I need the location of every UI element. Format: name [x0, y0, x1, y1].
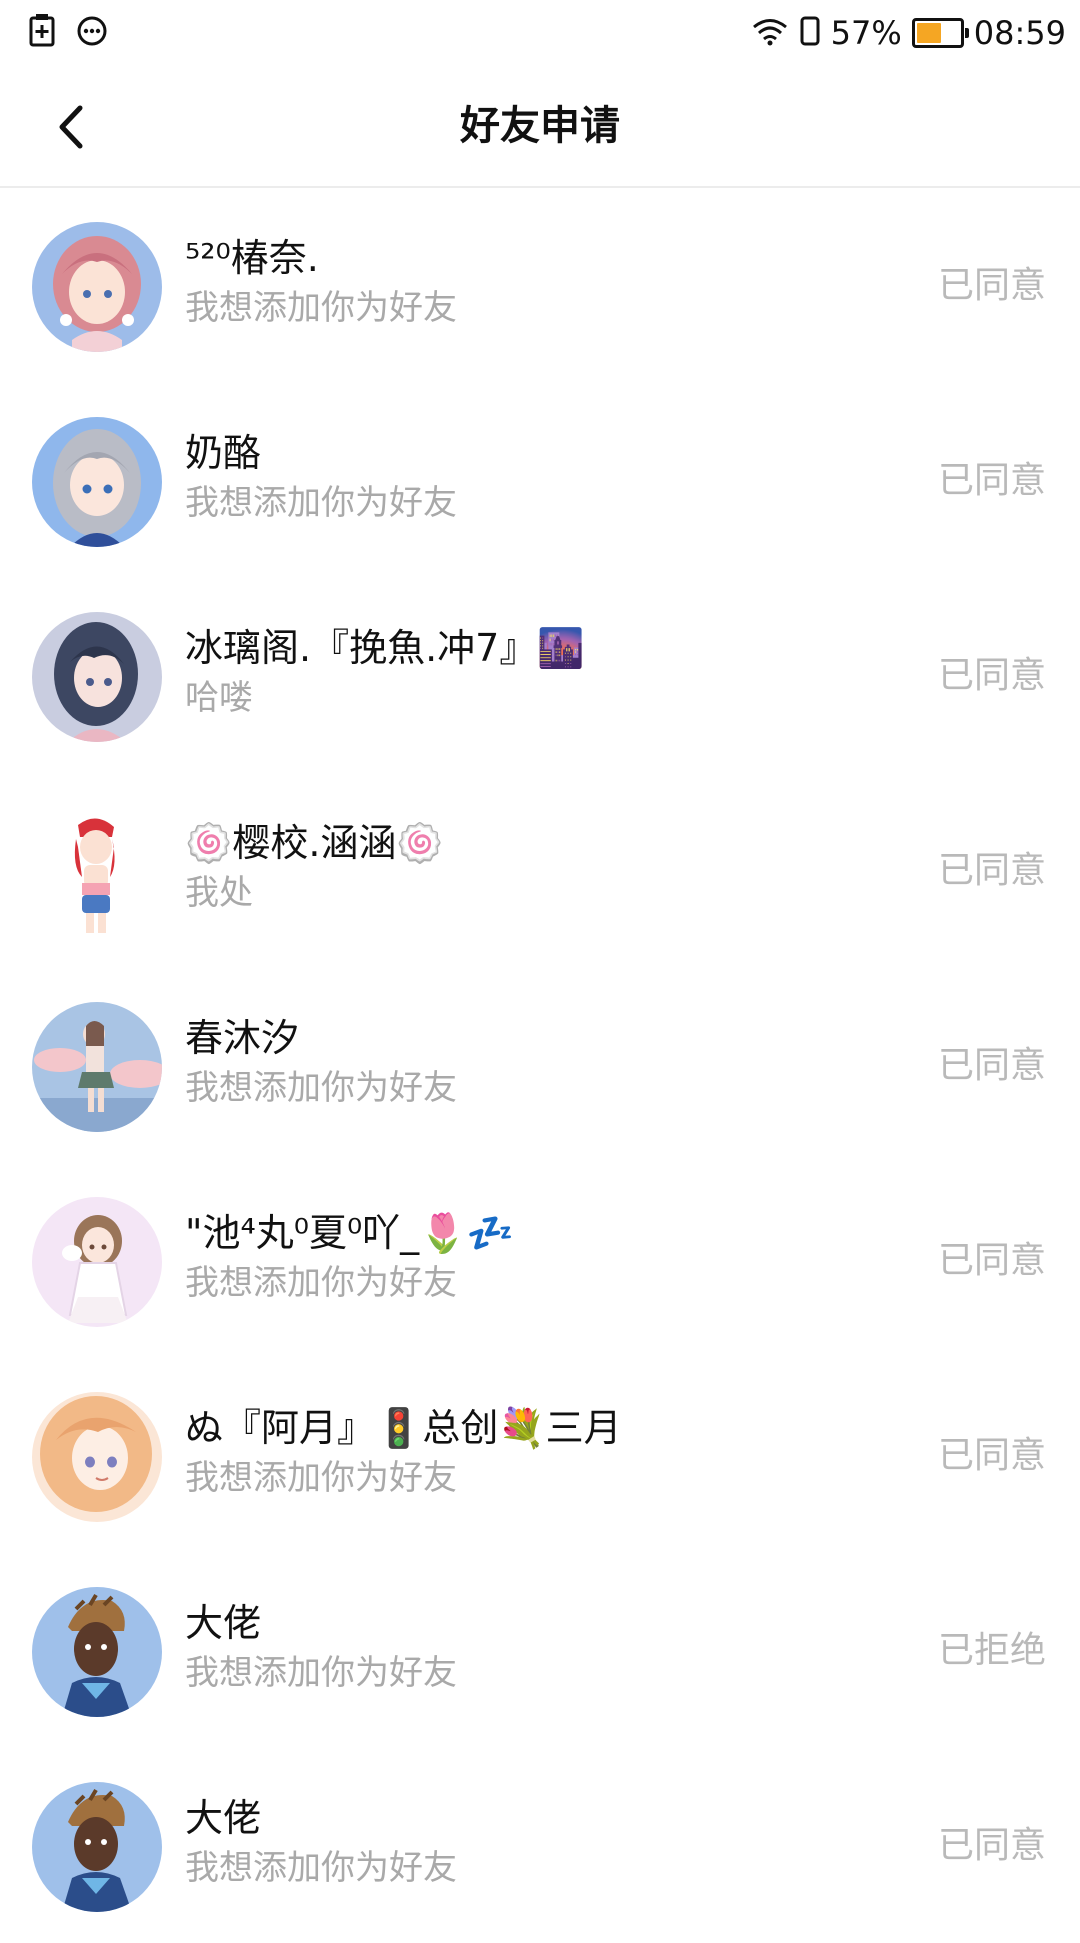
requester-name: 春沐汐: [185, 1016, 300, 1060]
request-message: 我想添加你为好友: [185, 288, 457, 328]
friend-request-row[interactable]: ぬ『阿月』🚦总创💐三月 我想添加你为好友 已同意: [0, 1358, 1080, 1553]
request-message: 我想添加你为好友: [185, 1653, 457, 1693]
friend-request-row[interactable]: 🍥樱校.涵涵🍥 我处 已同意: [0, 773, 1080, 968]
request-message: 我想添加你为好友: [185, 483, 457, 523]
requester-name: 大佬: [185, 1601, 262, 1645]
avatar[interactable]: [32, 807, 162, 937]
status-bar-left: [28, 0, 126, 66]
request-status: 已同意: [937, 850, 1046, 891]
avatar[interactable]: [32, 1002, 162, 1132]
battery-tip: [964, 28, 969, 38]
request-message: 我想添加你为好友: [185, 1263, 457, 1303]
requester-name: 奶酪: [185, 431, 262, 475]
request-status: 已同意: [937, 460, 1046, 501]
request-status: 已拒绝: [937, 1630, 1046, 1671]
battery-percent: 57%: [830, 14, 902, 52]
friend-request-row[interactable]: ⁵²⁰椿奈. 我想添加你为好友 已同意: [0, 188, 1080, 383]
avatar[interactable]: [32, 1587, 162, 1717]
page-title: 好友申请: [460, 103, 620, 149]
request-message: 我想添加你为好友: [185, 1068, 457, 1108]
friend-request-list: ⁵²⁰椿奈. 我想添加你为好友 已同意 奶酪 我想添加你为好友 已同意 冰璃阁.…: [0, 188, 1080, 1943]
avatar[interactable]: [32, 1197, 162, 1327]
requester-name: 冰璃阁.『挽魚.冲7』🌆: [185, 626, 585, 670]
battery-icon: [911, 18, 969, 48]
requester-name: 大佬: [185, 1796, 262, 1840]
battery-level-fill: [916, 23, 941, 43]
avatar[interactable]: [32, 612, 162, 742]
requester-name: 🍥樱校.涵涵🍥: [185, 821, 444, 865]
clock: 08:59: [973, 14, 1066, 52]
status-bar: 57% 08:59: [0, 0, 1080, 66]
requester-name: ぬ『阿月』🚦总创💐三月: [185, 1406, 622, 1450]
request-status: 已同意: [937, 1045, 1046, 1086]
friend-request-row[interactable]: 大佬 我想添加你为好友 已拒绝: [0, 1553, 1080, 1748]
message-bubble-icon: [76, 15, 108, 51]
header: 好友申请: [0, 66, 1080, 188]
friend-request-row[interactable]: 大佬 我想添加你为好友 已同意: [0, 1748, 1080, 1943]
friend-request-row[interactable]: 冰璃阁.『挽魚.冲7』🌆 哈喽 已同意: [0, 578, 1080, 773]
avatar[interactable]: [32, 417, 162, 547]
sim-card-icon: [28, 14, 58, 52]
request-status: 已同意: [937, 655, 1046, 696]
avatar[interactable]: [32, 1782, 162, 1912]
request-status: 已同意: [937, 1825, 1046, 1866]
request-message: 我想添加你为好友: [185, 1458, 457, 1498]
request-message: 哈喽: [185, 678, 253, 718]
request-status: 已同意: [937, 1435, 1046, 1476]
request-status: 已同意: [937, 1240, 1046, 1281]
avatar[interactable]: [32, 222, 162, 352]
requester-name: "池⁴丸⁰夏⁰吖_🌷💤: [185, 1211, 514, 1255]
friend-request-row[interactable]: 春沐汐 我想添加你为好友 已同意: [0, 968, 1080, 1163]
avatar[interactable]: [32, 1392, 162, 1522]
request-message: 我想添加你为好友: [185, 1848, 457, 1888]
request-status: 已同意: [937, 265, 1046, 306]
friend-request-row[interactable]: "池⁴丸⁰夏⁰吖_🌷💤 我想添加你为好友 已同意: [0, 1163, 1080, 1358]
requester-name: ⁵²⁰椿奈.: [185, 236, 319, 280]
friend-request-row[interactable]: 奶酪 我想添加你为好友 已同意: [0, 383, 1080, 578]
wifi-icon: [751, 16, 789, 50]
status-bar-right: 57% 08:59: [741, 0, 1066, 66]
request-message: 我处: [185, 873, 253, 913]
rotation-lock-icon: [799, 16, 821, 50]
